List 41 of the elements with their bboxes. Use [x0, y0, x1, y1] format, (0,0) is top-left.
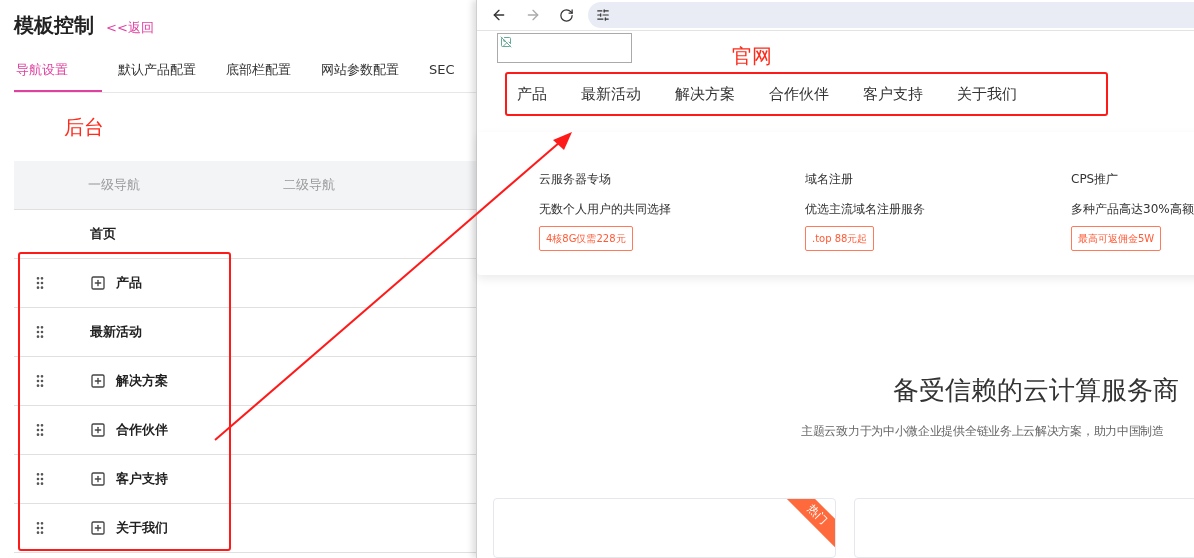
expand-icon[interactable] — [90, 519, 106, 536]
promo-title: CPS推广 — [1071, 171, 1119, 189]
nav-item-label: 解决方案 — [116, 371, 168, 390]
tab[interactable]: 默认产品配置 — [104, 58, 210, 92]
site-settings-icon[interactable] — [596, 8, 610, 22]
annotation-label: 官网 — [732, 43, 772, 70]
nav-item-label: 客户支持 — [116, 469, 168, 488]
hero-subtitle: 主题云致力于为中小微企业提供全链业务上云解决方案，助力中国制造 — [801, 423, 1164, 440]
nav-item-label: 合作伙伴 — [116, 420, 168, 439]
nav-link[interactable]: 最新活动 — [581, 82, 641, 106]
nav-item-label: 最新活动 — [90, 322, 142, 341]
reload-icon[interactable] — [559, 7, 574, 23]
broken-image-icon — [500, 36, 512, 48]
nav-link[interactable]: 解决方案 — [675, 82, 735, 106]
promo-title: 云服务器专场 — [539, 171, 611, 189]
tab[interactable]: 底部栏配置 — [212, 58, 305, 92]
column-header: 一级导航 — [88, 175, 141, 194]
nav-item-label: 关于我们 — [116, 518, 168, 537]
annotation-label: 后台 — [64, 113, 104, 141]
expand-icon[interactable] — [90, 470, 106, 487]
back-link[interactable]: <<返回 — [106, 17, 154, 37]
expand-icon[interactable] — [90, 421, 106, 438]
column-header: 二级导航 — [283, 175, 335, 194]
hero-title: 备受信赖的云计算服务商 — [893, 374, 1179, 407]
expand-icon[interactable] — [90, 372, 106, 389]
tab[interactable]: 网站参数配置 — [307, 58, 413, 92]
nav-item-label: 产品 — [116, 273, 142, 292]
nav-link[interactable]: 产品 — [517, 82, 547, 106]
promo-subtitle: 优选主流域名注册服务 — [805, 201, 925, 219]
nav-item-label: 首页 — [90, 224, 116, 243]
back-icon[interactable] — [491, 7, 507, 23]
promo-subtitle: 无数个人用户的共同选择 — [539, 201, 671, 219]
tab[interactable]: 导航设置 — [14, 58, 102, 92]
promo-subtitle: 多种产品高达30%高额 — [1071, 201, 1194, 219]
page-title: 模板控制 — [14, 12, 94, 39]
tab[interactable]: SEC — [415, 58, 469, 92]
promo-title: 域名注册 — [805, 171, 853, 189]
nav-link[interactable]: 合作伙伴 — [769, 82, 829, 106]
nav-link[interactable]: 客户支持 — [863, 82, 923, 106]
nav-link[interactable]: 关于我们 — [957, 82, 1017, 106]
expand-icon[interactable] — [90, 274, 106, 291]
